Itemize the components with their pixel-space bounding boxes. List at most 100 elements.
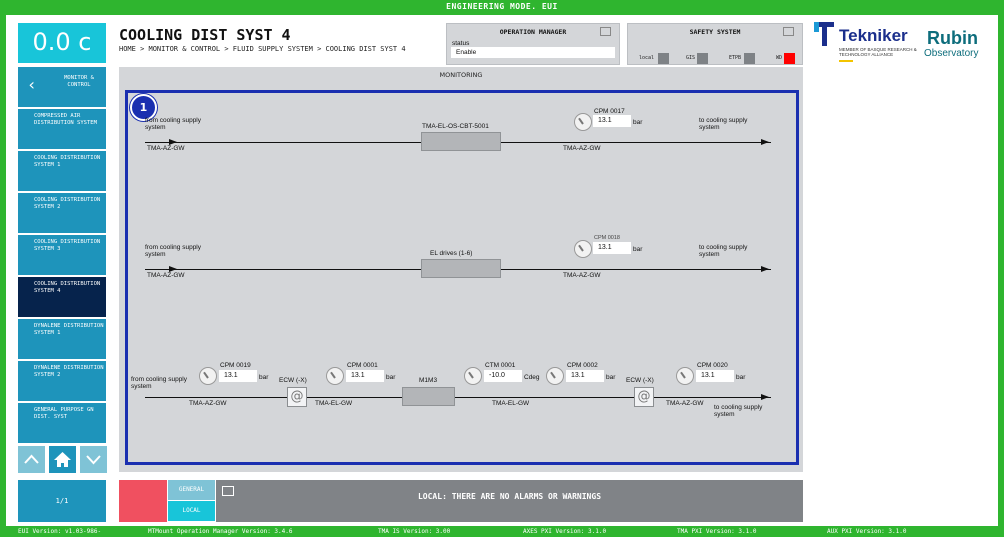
pressure-gauge-icon [199,367,217,385]
pressure-gauge-icon [676,367,694,385]
safety-local-indicator [658,53,669,64]
rubin-observatory-logo: Rubin Observatory [922,28,990,62]
line3-pipe [145,397,771,398]
tekniker-name: Tekniker [839,26,908,45]
line3-gw-1: TMA-AZ-GW [189,400,227,407]
line2-from-label: from cooling supply system [145,244,201,258]
back-to-monitor-control-button[interactable]: ‹ MONITOR & CONTROL [18,67,106,107]
expand-icon[interactable] [783,27,794,36]
line1-gw-left: TMA-AZ-GW [147,145,185,152]
version-footer: EUI Version: v1.03-986- MTMount Operatio… [0,526,1004,537]
line3-sensor-1-value: 13.1 [219,370,257,382]
alarm-area: LOCAL: THERE ARE NO ALARMS OR WARNINGS [216,480,803,522]
line2-to-label: to cooling supply system [699,244,748,258]
line2-sensor-unit: bar [633,246,643,253]
safety-system-title: SAFETY SYSTEM [689,28,741,36]
line3-gw-3: TMA-EL-GW [492,400,530,407]
tekniker-underline [839,60,853,62]
line3-sensor-3-unit: Cdeg [524,374,540,381]
line3-gw-4: TMA-AZ-GW [666,400,704,407]
safety-local-label: local [639,55,655,61]
tab-local-alarms[interactable]: LOCAL [168,501,215,521]
safety-etpb-label: ETPB [729,55,742,61]
line3-arrow-out [761,394,769,400]
operation-manager-title: OPERATION MANAGER [499,28,567,36]
line3-sensor-1-unit: bar [259,374,269,381]
status-label: status [452,40,470,47]
home-button[interactable] [49,446,76,473]
tekniker-subtitle: MEMBER OF BASQUE RESEARCH & TECHNOLOGY A… [839,47,917,57]
sidebar-item-dynalene-2[interactable]: DYNALENE DISTRIBUTION SYSTEM 2 [18,361,106,401]
status-value: Enable [451,47,615,58]
line3-sensor-3-name: CTM 0001 [485,362,516,369]
pressure-gauge-icon [326,367,344,385]
valve-icon[interactable]: @ [634,387,654,407]
back-button-label: MONITOR & CONTROL [64,75,94,88]
line3-from-label: from cooling supply system [131,376,187,390]
line3-sensor-5-name: CPM 0020 [697,362,728,369]
safety-gis-label: GIS [686,55,696,61]
line3-component-label: M1M3 [419,377,438,384]
eui-version: EUI Version: v1.03-986- [18,528,102,535]
pressure-gauge-icon [546,367,564,385]
alarm-status-indicator [119,480,167,522]
monitoring-title: MONITORING [439,71,483,79]
rubin-observatory-text: Observatory [924,48,979,59]
line2-component [421,259,501,278]
safety-etpb-indicator [744,53,755,64]
line1-sensor-value: 13.1 [593,115,631,127]
scroll-down-button[interactable] [80,446,107,473]
scroll-up-button[interactable] [18,446,45,473]
breadcrumb: HOME > MONITOR & CONTROL > FLUID SUPPLY … [119,45,406,53]
line1-component [421,132,501,151]
line1-component-label: TMA-EL-OS-CBT-5001 [422,123,489,130]
sidebar-item-cooling-2[interactable]: COOLING DISTRIBUTION SYSTEM 2 [18,193,106,233]
sidebar-item-cooling-1[interactable]: COOLING DISTRIBUTION SYSTEM 1 [18,151,106,191]
line2-sensor-name: CPM 0018 [594,235,620,241]
tekniker-logo: Tekniker MEMBER OF BASQUE RESEARCH & TEC… [814,22,917,68]
chevron-down-icon [86,455,101,465]
line2-arrow-out [761,266,769,272]
chevron-left-icon: ‹ [27,75,37,94]
page-title: COOLING DIST SYST 4 [119,26,291,44]
sidebar-item-dynalene-1[interactable]: DYNALENE DISTRIBUTION SYSTEM 1 [18,319,106,359]
sidebar-item-cooling-4[interactable]: COOLING DISTRIBUTION SYSTEM 4 [18,277,106,317]
sidebar-item-compressed-air[interactable]: COMPRESSED AIR DISTRIBUTION SYSTEM [18,109,106,149]
operation-manager-panel: OPERATION MANAGER status Enable [446,23,620,65]
tab-general-alarms[interactable]: GENERAL [168,480,215,500]
line3-sensor-4-name: CPM 0002 [567,362,598,369]
line3-sensor-1-name: CPM 0019 [220,362,251,369]
safety-wd-indicator [784,53,795,64]
line2-component-label: EL drives (1-6) [430,250,473,257]
expand-icon[interactable] [600,27,611,36]
monitoring-panel: MONITORING 1 from cooling supply system … [119,67,803,472]
axes-pxi-version: AXES PXI Version: 3.1.0 [523,528,607,535]
line1-sensor-name: CPM 0017 [594,108,625,115]
line2-gw-right: TMA-AZ-GW [563,272,601,279]
line3-sensor-4-unit: bar [606,374,616,381]
line3-sensor-2-name: CPM 0001 [347,362,378,369]
line3-gw-2: TMA-EL-GW [315,400,353,407]
temperature-display: 0.0 c [18,23,106,63]
chevron-up-icon [24,454,39,464]
aux-pxi-version: AUX PXI Version: 3.1.0 [827,528,907,535]
sidebar-item-cooling-3[interactable]: COOLING DISTRIBUTION SYSTEM 3 [18,235,106,275]
line1-to-label: to cooling supply system [699,117,748,131]
valve-icon[interactable]: @ [287,387,307,407]
line1-arrow-out [761,139,769,145]
line3-to-label: to cooling supply system [714,404,763,418]
line2-gw-left: TMA-AZ-GW [147,272,185,279]
pressure-gauge-icon [574,240,592,258]
line1-sensor-unit: bar [633,119,643,126]
temperature-gauge-icon [464,367,482,385]
tekniker-mark-icon [814,22,834,46]
line3-m1m3-component [402,387,455,406]
valve-2-label: ECW (-X) [626,377,654,384]
line3-sensor-2-value: 13.1 [346,370,384,382]
rubin-name: Rubin [927,28,978,48]
sidebar-item-general-purpose-gn[interactable]: GENERAL PURPOSE GN DIST. SYST [18,403,106,443]
mtmount-version: MTMount Operation Manager Version: 3.4.6 [148,528,293,535]
engineering-mode-banner: ENGINEERING MODE. EUI [446,2,558,11]
safety-wd-label: WD [776,55,783,61]
tma-is-version: TMA IS Version: 3.00 [378,528,451,535]
